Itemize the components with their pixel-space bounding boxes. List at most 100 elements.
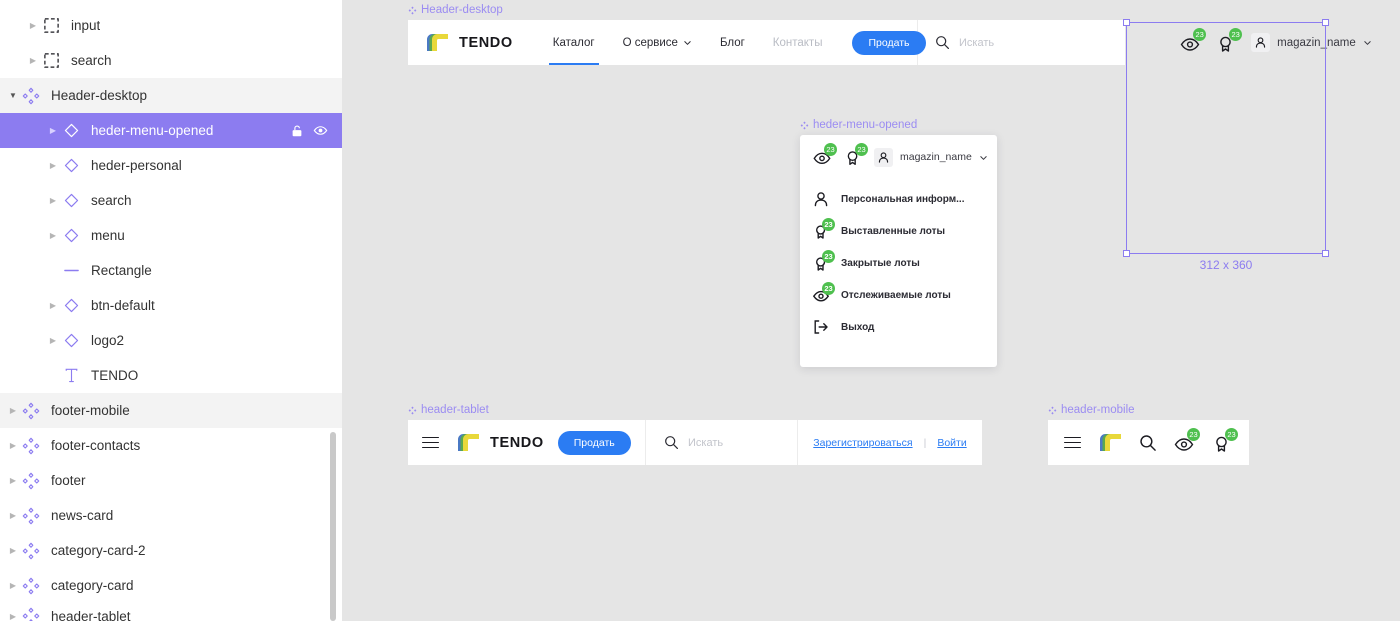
disclosure-triangle-collapsed[interactable]: ▶ [46, 124, 60, 138]
nav-item[interactable]: Блог [706, 20, 759, 65]
frame-label-heder-menu-opened[interactable]: heder-menu-opened [800, 119, 917, 131]
my-lots-button[interactable]: 23 [843, 143, 868, 167]
logo-text: TENDO [490, 434, 544, 451]
disclosure-triangle-collapsed[interactable]: ▶ [46, 229, 60, 243]
layer-row[interactable]: ▶ category-card-2 [0, 533, 342, 568]
hamburger-menu-icon[interactable] [1064, 436, 1081, 449]
user-name: magazin_name [900, 151, 972, 163]
disclosure-triangle-collapsed[interactable]: ▶ [26, 19, 40, 33]
layer-row[interactable]: ▶ footer-mobile [0, 393, 342, 428]
layer-row[interactable]: ▶ footer-contacts [0, 428, 342, 463]
my-lots-button[interactable]: 23 [1215, 27, 1243, 54]
primary-nav[interactable]: Каталог О сервисе Блог Контакты [539, 20, 837, 65]
disclosure-triangle-collapsed[interactable]: ▶ [46, 194, 60, 208]
login-link[interactable]: Войти [937, 437, 966, 449]
nav-item[interactable]: Контакты [759, 20, 837, 65]
component-icon [20, 505, 42, 527]
search-field[interactable]: Искать [664, 435, 723, 450]
search-field[interactable]: Искать [935, 35, 994, 50]
menu-item-label: Выставленные лоты [841, 225, 946, 237]
frame-label-header-desktop[interactable]: Header-desktop [408, 4, 503, 16]
logo[interactable]: TENDO [424, 30, 513, 56]
tendo-logo-icon[interactable] [1097, 430, 1123, 456]
frame-label-header-mobile[interactable]: header-mobile [1048, 404, 1135, 416]
disclosure-triangle-collapsed[interactable]: ▶ [6, 439, 20, 453]
layer-row[interactable]: ▶ category-card [0, 568, 342, 603]
menu-item[interactable]: 23 Отслеживаемые лоты [800, 279, 997, 311]
disclosure-triangle-collapsed[interactable]: ▶ [6, 579, 20, 593]
layer-row[interactable]: ▶ input [0, 8, 342, 43]
menu-item[interactable]: Персональная информ... [800, 183, 997, 215]
header-tablet-search[interactable]: Искать [646, 420, 798, 465]
layers-scrollbar-thumb[interactable] [330, 432, 336, 621]
logo[interactable]: TENDO [455, 430, 544, 456]
layer-row[interactable]: ▶ btn-default [0, 288, 342, 323]
menu-item[interactable]: 23 Выставленные лоты [800, 215, 997, 247]
sell-button[interactable]: Продать [852, 30, 926, 55]
watched-lots-button[interactable]: 23 [812, 143, 837, 167]
layers-panel[interactable]: ▶ ▶ input ▶ search ▼ Header-desktop ▶ heder-menu… [0, 0, 343, 621]
selection-handle-bottom-left[interactable] [1123, 250, 1130, 257]
frame-label-header-tablet[interactable]: header-tablet [408, 404, 489, 416]
layer-row[interactable]: ▶ news-card [0, 498, 342, 533]
layer-name: logo2 [91, 333, 125, 348]
disclosure-triangle-collapsed[interactable]: ▶ [6, 609, 20, 621]
watched-lots-button[interactable]: 23 [1179, 27, 1207, 54]
search-icon[interactable] [1139, 434, 1157, 452]
disclosure-triangle-collapsed[interactable]: ▶ [6, 509, 20, 523]
layer-row[interactable]: ▶ heder-menu-opened [0, 113, 342, 148]
watched-lots-button[interactable]: 23 [1173, 427, 1200, 454]
component-icon [20, 85, 42, 107]
layer-row[interactable]: ▶ header-tablet [0, 603, 342, 621]
disclosure-triangle-collapsed[interactable]: ▶ [26, 54, 40, 68]
design-canvas[interactable]: Header-desktop TENDO Каталог О сервисе Бло… [343, 0, 1400, 621]
layer-row[interactable]: ▶ logo2 [0, 323, 342, 358]
disclosure-triangle-collapsed[interactable]: ▶ [46, 299, 60, 313]
disclosure-triangle-expanded[interactable]: ▼ [6, 89, 20, 103]
nav-item[interactable]: Каталог [539, 20, 609, 65]
avatar-icon [874, 147, 893, 167]
nav-item-label: Контакты [772, 36, 823, 49]
instance-icon [60, 330, 82, 352]
layer-row[interactable]: ▶ search [0, 43, 342, 78]
my-lots-button[interactable]: 23 [1211, 427, 1238, 454]
account-dropdown-menu[interactable]: Персональная информ... 23 Выставленные лот… [800, 177, 997, 343]
layer-list[interactable]: ▶ ▶ input ▶ search ▼ Header-desktop ▶ heder-menu… [0, 0, 342, 621]
layer-row[interactable]: Rectangle [0, 253, 342, 288]
search-placeholder: Искать [688, 436, 724, 449]
layer-row[interactable]: ▼ Header-desktop [0, 78, 342, 113]
layer-row[interactable]: ▶ menu [0, 218, 342, 253]
user-menu-button[interactable]: magazin_name [874, 147, 988, 167]
layer-row[interactable]: TENDO [0, 358, 342, 393]
menu-item[interactable]: 23 Закрытые лоты [800, 247, 997, 279]
frame-heder-menu-opened[interactable]: 23 23 magazin_name Персональная информ..… [800, 135, 997, 367]
layer-row[interactable]: ▶ footer [0, 463, 342, 498]
disclosure-triangle-collapsed[interactable]: ▶ [46, 334, 60, 348]
menu-item-label: Закрытые лоты [841, 257, 920, 269]
menu-item[interactable]: Выход [800, 311, 997, 343]
hamburger-menu-icon[interactable] [422, 436, 439, 449]
layer-row[interactable]: ▶ search [0, 183, 342, 218]
sell-button[interactable]: Продать [557, 430, 631, 455]
person-icon [812, 190, 830, 208]
layer-row[interactable]: ▶ [0, 0, 342, 8]
layer-name: search [91, 193, 132, 208]
disclosure-triangle-collapsed[interactable]: ▶ [6, 404, 20, 418]
layers-scrollbar-track[interactable] [330, 0, 339, 621]
unlock-icon[interactable] [290, 124, 304, 138]
frame-header-desktop[interactable]: TENDO Каталог О сервисе Блог Контакты Прода… [408, 20, 1371, 65]
user-menu-button[interactable]: magazin_name [1251, 33, 1372, 52]
selection-handle-bottom-right[interactable] [1322, 250, 1329, 257]
layer-row[interactable]: ▶ heder-personal [0, 148, 342, 183]
register-link[interactable]: Зарегистрироваться [813, 437, 912, 449]
user-name: magazin_name [1277, 36, 1356, 49]
disclosure-triangle-collapsed[interactable]: ▶ [6, 474, 20, 488]
eye-icon[interactable] [313, 123, 328, 138]
disclosure-triangle-collapsed[interactable]: ▶ [46, 159, 60, 173]
frame-header-tablet[interactable]: TENDO Продать Искать Зарегистрироваться … [408, 420, 982, 465]
disclosure-triangle-collapsed[interactable]: ▶ [6, 544, 20, 558]
account-cluster[interactable]: 23 23 magazin_name [1179, 27, 1372, 54]
frame-header-mobile[interactable]: 23 23 [1048, 420, 1249, 465]
layer-row-actions[interactable] [290, 123, 334, 138]
nav-item[interactable]: О сервисе [609, 20, 706, 65]
